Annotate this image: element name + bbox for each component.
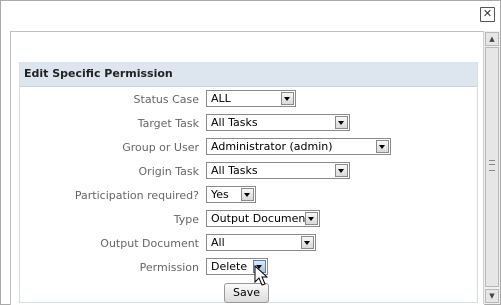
group-user-label: Group or User — [122, 141, 199, 154]
chevron-down-icon[interactable] — [376, 140, 389, 153]
status-case-label: Status Case — [133, 93, 199, 106]
scroll-down-icon[interactable]: ▼ — [485, 289, 499, 303]
permission-label: Permission — [139, 261, 199, 274]
status-case-select[interactable]: ALL — [206, 90, 296, 107]
chevron-down-icon[interactable] — [335, 116, 348, 129]
scroll-thumb[interactable] — [485, 47, 499, 287]
grip-icon — [489, 160, 495, 171]
dialog-titlebar: ✕ — [1, 1, 500, 31]
origin-task-select[interactable]: All Tasks — [206, 162, 350, 179]
origin-task-label: Origin Task — [138, 165, 199, 178]
panel-title: Edit Specific Permission — [24, 67, 173, 80]
participation-value: Yes — [211, 188, 229, 201]
mouse-pointer-icon — [254, 265, 268, 286]
chevron-down-icon[interactable] — [301, 236, 314, 249]
permission-value: Delete — [211, 260, 248, 273]
chevron-down-icon[interactable] — [281, 92, 294, 105]
output-document-value: All — [211, 236, 225, 249]
chevron-down-icon[interactable] — [335, 164, 348, 177]
type-select[interactable]: Output Document — [206, 210, 320, 227]
target-task-value: All Tasks — [211, 116, 258, 129]
dialog-content-frame: Edit Specific Permission Status Case ALL… — [10, 31, 485, 305]
output-document-select[interactable]: All — [206, 234, 316, 251]
type-label: Type — [173, 213, 199, 226]
close-icon[interactable]: ✕ — [480, 7, 495, 22]
permission-dialog: ✕ Edit Specific Permission Status Case A… — [0, 0, 501, 305]
group-user-value: Administrator (admin) — [211, 140, 333, 153]
origin-task-value: All Tasks — [211, 164, 258, 177]
type-value: Output Document — [211, 212, 310, 225]
participation-select[interactable]: Yes — [206, 186, 256, 203]
group-user-select[interactable]: Administrator (admin) — [206, 138, 391, 155]
scroll-up-icon[interactable]: ▲ — [485, 32, 499, 46]
participation-label: Participation required? — [74, 189, 199, 202]
output-document-label: Output Document — [100, 237, 199, 250]
target-task-select[interactable]: All Tasks — [206, 114, 350, 131]
status-case-value: ALL — [211, 92, 231, 105]
panel-header: Edit Specific Permission — [20, 62, 477, 87]
vertical-scrollbar[interactable]: ▲ ▼ — [483, 31, 500, 304]
chevron-down-icon[interactable] — [305, 212, 318, 225]
target-task-label: Target Task — [137, 117, 199, 130]
chevron-down-icon[interactable] — [241, 188, 254, 201]
